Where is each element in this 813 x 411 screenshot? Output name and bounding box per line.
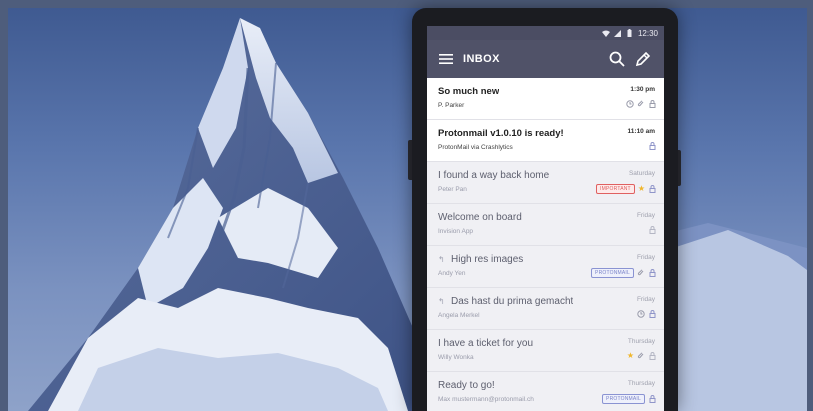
email-icons	[626, 100, 656, 108]
label-badge: PROTONMAIL	[591, 268, 634, 278]
email-date: Saturday	[628, 170, 655, 177]
lock-icon	[648, 142, 656, 150]
menu-icon[interactable]	[437, 50, 455, 68]
mountain-background	[8, 8, 807, 411]
email-icons	[648, 226, 656, 234]
email-row[interactable]: Protonmail v1.0.10 is ready! ProtonMail …	[427, 120, 664, 162]
label-badge: IMPORTANT	[596, 184, 635, 194]
lock-icon	[648, 395, 656, 403]
email-row[interactable]: Ready to go! Max mustermann@protonmail.c…	[427, 372, 664, 411]
email-sender: Peter Pan	[438, 186, 467, 193]
reply-icon: ↰	[438, 297, 445, 306]
lock-icon	[648, 352, 656, 360]
app-bar: INBOX	[427, 40, 664, 78]
star-icon[interactable]: ★	[638, 185, 645, 193]
wifi-icon	[601, 29, 610, 37]
lock-icon	[648, 269, 656, 277]
email-sender: Invision App	[438, 228, 474, 235]
paperclip-icon	[637, 352, 645, 360]
email-row[interactable]: ↰ High res images Andy Yen Friday PROTON…	[427, 246, 664, 288]
reply-icon: ↰	[438, 255, 445, 264]
email-date: Thursday	[627, 338, 655, 345]
page-title: INBOX	[463, 53, 500, 65]
frame-border-top	[0, 0, 813, 8]
email-subject: Welcome on board	[438, 212, 522, 223]
paperclip-icon	[637, 100, 645, 108]
email-date: Friday	[636, 296, 655, 303]
lock-icon	[648, 100, 656, 108]
frame-border-left	[0, 0, 8, 411]
email-icons	[648, 142, 656, 150]
email-sender: Andy Yen	[438, 270, 466, 277]
email-date: 11:10 am	[627, 128, 655, 135]
email-icons: ★	[627, 352, 656, 360]
email-sender: P. Parker	[438, 102, 465, 109]
email-row[interactable]: I have a ticket for you Willy Wonka Thur…	[427, 330, 664, 372]
status-bar: 12:30	[427, 26, 664, 40]
battery-icon	[626, 29, 634, 37]
lock-icon	[648, 185, 656, 193]
email-sender: ProtonMail via Crashlytics	[438, 144, 513, 151]
lock-icon	[648, 226, 656, 234]
paperclip-icon	[637, 269, 645, 277]
phone-screen: 12:30 INBOX So much new P. Parker 1:30 p…	[427, 26, 664, 411]
email-date: Thursday	[627, 380, 655, 387]
screenshot-stage: 12:30 INBOX So much new P. Parker 1:30 p…	[0, 0, 813, 411]
star-icon[interactable]: ★	[627, 352, 634, 360]
email-subject: Das hast du prima gemacht	[451, 296, 574, 307]
email-sender: Max mustermann@protonmail.ch	[438, 396, 534, 403]
email-row[interactable]: So much new P. Parker 1:30 pm	[427, 78, 664, 120]
email-sender: Willy Wonka	[438, 354, 474, 361]
email-subject: Ready to go!	[438, 380, 495, 391]
signal-icon	[614, 29, 622, 37]
email-icons	[637, 310, 656, 318]
email-date: Friday	[636, 254, 655, 261]
clock-icon	[637, 310, 645, 318]
email-icons: PROTONMAIL	[591, 268, 656, 278]
email-subject: So much new	[438, 86, 500, 97]
email-subject: I found a way back home	[438, 170, 550, 181]
clock-icon	[626, 100, 634, 108]
email-date: Friday	[636, 212, 655, 219]
email-icons: PROTONMAIL	[602, 394, 656, 404]
compose-icon[interactable]	[630, 46, 656, 72]
email-row[interactable]: ↰ Das hast du prima gemacht Angela Merke…	[427, 288, 664, 330]
email-row[interactable]: I found a way back home Peter Pan Saturd…	[427, 162, 664, 204]
frame-border-right	[807, 0, 813, 411]
email-date: 1:30 pm	[630, 86, 655, 93]
status-time: 12:30	[637, 28, 658, 38]
email-list: So much new P. Parker 1:30 pm Protonmail…	[427, 78, 664, 411]
mountain-illustration	[28, 18, 807, 411]
search-icon[interactable]	[604, 46, 630, 72]
label-badge: PROTONMAIL	[602, 394, 645, 404]
email-icons: IMPORTANT ★	[596, 184, 656, 194]
email-subject: I have a ticket for you	[438, 338, 534, 349]
email-subject: Protonmail v1.0.10 is ready!	[438, 128, 564, 139]
email-subject: High res images	[451, 254, 524, 265]
email-sender: Angela Merkel	[438, 312, 480, 319]
email-row[interactable]: Welcome on board Invision App Friday	[427, 204, 664, 246]
lock-icon	[648, 310, 656, 318]
